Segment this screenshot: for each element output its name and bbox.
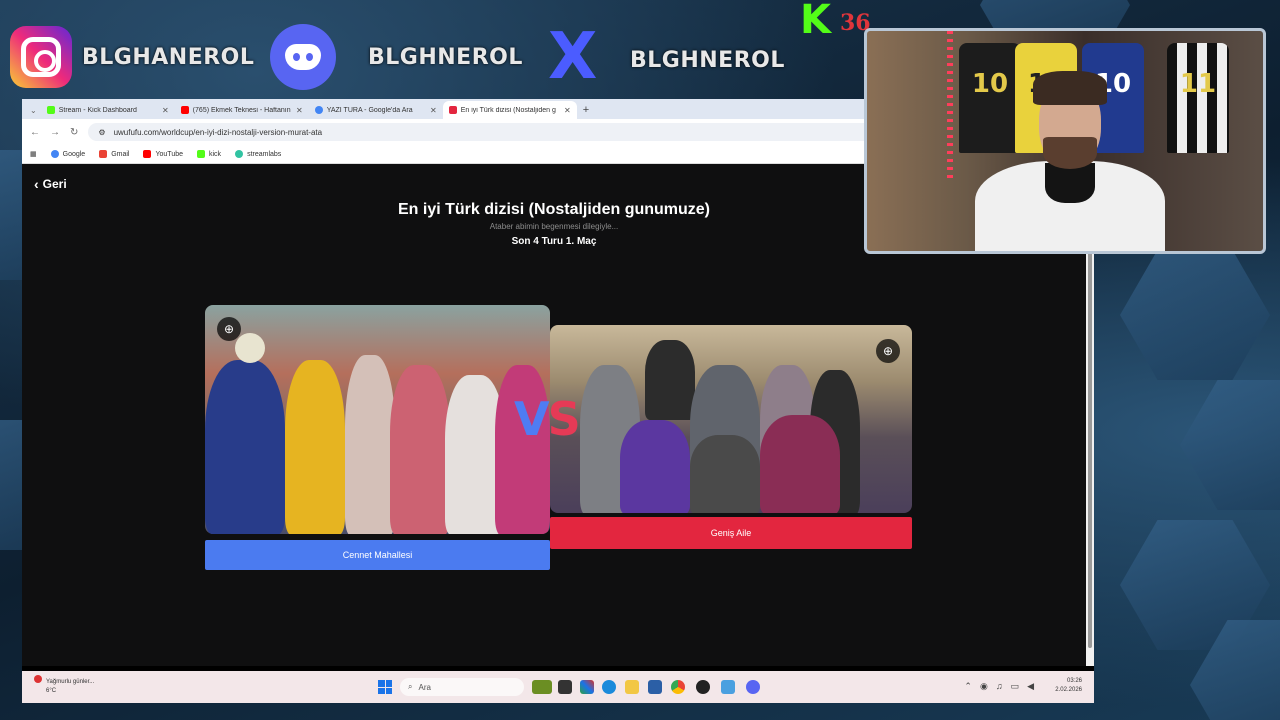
kick-icon xyxy=(197,150,205,158)
new-tab-button[interactable]: + xyxy=(577,101,595,119)
kick-favicon-icon xyxy=(46,106,55,114)
search-icon: ⌕ xyxy=(408,682,413,691)
bookmark-google[interactable]: Google xyxy=(50,150,86,158)
obs-icon[interactable] xyxy=(696,680,710,694)
streamlabs-icon xyxy=(235,150,244,158)
bookmark-gmail[interactable]: Gmail xyxy=(99,150,129,158)
youtube-icon xyxy=(143,150,152,158)
left-choice-button[interactable]: Cennet Mahallesi xyxy=(205,540,550,570)
weather-widget[interactable]: Yağmurlu günler... 6°C xyxy=(34,675,94,696)
bookmark-label: Gmail xyxy=(111,150,130,158)
forward-arrow-icon[interactable]: → xyxy=(50,127,60,138)
url-text: uwufufu.com/worldcup/en-iyi-dizi-nostalj… xyxy=(113,127,323,137)
vs-label: VS xyxy=(514,392,581,446)
windows-start-icon[interactable] xyxy=(378,680,392,694)
copilot-icon[interactable] xyxy=(580,680,594,694)
weather-icon xyxy=(34,675,42,683)
taskbar-widget-icon[interactable] xyxy=(532,680,552,694)
weather-text: Yağmurlu günler... xyxy=(46,679,95,685)
tab-title: (765) Ekmek Teknesi - Haftanın xyxy=(192,106,291,114)
x-logo-icon: X xyxy=(548,20,598,94)
bookmark-youtube[interactable]: YouTube xyxy=(143,150,183,158)
edge-icon[interactable] xyxy=(602,680,616,694)
gmail-icon xyxy=(99,150,108,158)
back-arrow-icon[interactable]: ← xyxy=(30,127,40,138)
app-icon[interactable] xyxy=(721,680,735,694)
kick-logo: K xyxy=(800,0,831,43)
instagram-icon xyxy=(10,26,72,88)
taskbar-search[interactable]: ⌕ Ara xyxy=(400,678,524,696)
x-handle: BLGHNEROL xyxy=(630,47,785,73)
system-tray: ⌃ ◉ ♫ ▭ ◀ xyxy=(964,681,1034,692)
led-lights xyxy=(947,31,953,181)
right-choice-button[interactable]: Geniş Aile xyxy=(550,517,912,549)
chevron-up-icon[interactable]: ⌃ xyxy=(964,681,972,692)
volume-icon[interactable]: ◀ xyxy=(1027,681,1034,692)
discord-taskbar-icon[interactable] xyxy=(746,680,760,694)
jersey: 10 xyxy=(959,43,1021,153)
tab-uwufufu[interactable]: En iyi Türk dizisi (Nostaljiden g ✕ xyxy=(442,101,577,119)
task-view-icon[interactable] xyxy=(558,680,572,694)
google-favicon-icon xyxy=(314,106,323,114)
display-icon[interactable]: ▭ xyxy=(1011,681,1020,692)
file-explorer-icon[interactable] xyxy=(625,680,639,694)
youtube-favicon-icon xyxy=(180,106,189,114)
bookmark-kick[interactable]: kick xyxy=(197,150,221,158)
tab-title: Stream - Kick Dashboard xyxy=(58,106,137,114)
close-icon[interactable]: ✕ xyxy=(296,106,303,115)
close-icon[interactable]: ✕ xyxy=(162,106,169,115)
tab-title: En iyi Türk dizisi (Nostaljiden g xyxy=(460,106,556,114)
bookmark-label: YouTube xyxy=(155,150,183,158)
network-icon[interactable]: ◉ xyxy=(980,681,988,692)
social-bar: BLGHANEROL BLGHNEROL X BLGHNEROL xyxy=(10,22,785,92)
right-choice-image[interactable]: ⊕ xyxy=(550,325,912,513)
tab-title: YAZI TURA - Google'da Ara xyxy=(326,106,413,114)
bookmark-streamlabs[interactable]: streamlabs xyxy=(235,150,281,158)
tab-kick-dashboard[interactable]: Stream - Kick Dashboard ✕ xyxy=(41,101,175,119)
discord-icon xyxy=(270,24,336,90)
webcam-overlay: 10 10 10 11 xyxy=(864,28,1266,254)
microphone-icon[interactable]: ♫ xyxy=(996,681,1003,692)
weather-temp: 6°C xyxy=(46,688,57,694)
store-icon[interactable] xyxy=(648,680,662,694)
uwufufu-favicon-icon xyxy=(448,106,457,114)
vs-v: V xyxy=(514,392,550,446)
apps-grid-icon[interactable]: ▦ xyxy=(30,150,37,158)
close-icon[interactable]: ✕ xyxy=(430,106,437,115)
reload-icon[interactable]: ↻ xyxy=(70,127,78,138)
bookmark-label: Google xyxy=(62,150,86,158)
tab-google-search[interactable]: YAZI TURA - Google'da Ara ✕ xyxy=(309,101,443,119)
close-icon[interactable]: ✕ xyxy=(564,106,571,115)
bookmark-label: kick xyxy=(209,150,222,158)
clock[interactable]: 03:26 2.02.2026 xyxy=(1055,677,1082,695)
clock-date: 2.02.2026 xyxy=(1055,687,1082,693)
chrome-icon[interactable] xyxy=(671,680,685,694)
google-icon xyxy=(50,150,59,158)
streamer-beard xyxy=(1043,137,1097,169)
site-info-icon[interactable]: ⚙ xyxy=(98,128,105,137)
back-label: Geri xyxy=(42,177,67,191)
chevron-left-icon: ‹ xyxy=(34,176,39,192)
search-placeholder: Ara xyxy=(418,682,431,692)
tab-search-icon[interactable]: ⌄ xyxy=(26,106,41,119)
taskbar: Yağmurlu günler... 6°C ⌕ Ara ⌃ ◉ ♫ ▭ ◀ 0… xyxy=(22,671,1094,703)
streamer-hair xyxy=(1033,71,1107,105)
clock-time: 03:26 xyxy=(1066,678,1082,684)
zoom-icon[interactable]: ⊕ xyxy=(876,339,900,363)
bookmark-label: streamlabs xyxy=(247,150,282,158)
zoom-icon[interactable]: ⊕ xyxy=(217,317,241,341)
vs-s: S xyxy=(547,392,581,446)
back-button[interactable]: ‹ Geri xyxy=(34,176,67,192)
jersey: 11 xyxy=(1167,43,1229,153)
streamer-neck xyxy=(1045,163,1095,203)
discord-handle: BLGHNEROL xyxy=(368,44,523,70)
tab-youtube[interactable]: (765) Ekmek Teknesi - Haftanın ✕ xyxy=(175,101,309,119)
left-choice-image[interactable]: ⊕ xyxy=(205,305,550,534)
instagram-handle: BLGHANEROL xyxy=(82,44,255,70)
